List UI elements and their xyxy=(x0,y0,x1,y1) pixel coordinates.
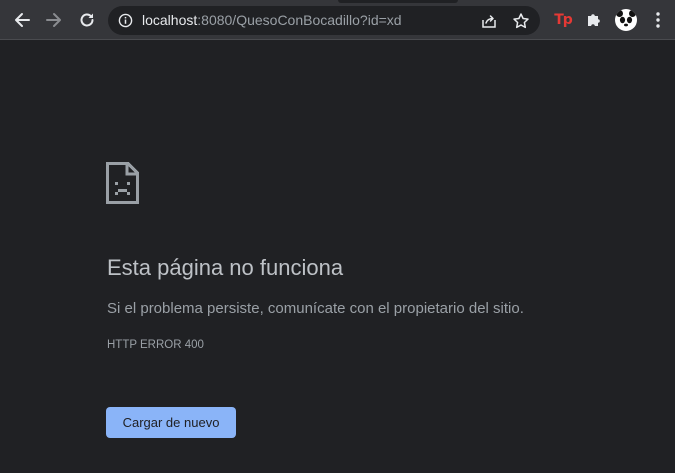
browser-menu-button[interactable] xyxy=(646,8,670,32)
panda-avatar xyxy=(615,9,637,31)
error-message: Si el problema persiste, comunícate con … xyxy=(107,300,524,317)
error-page: Esta página no funciona Si el problema p… xyxy=(0,40,675,473)
browser-toolbar: localhost:8080/QuesoConBocadillo?id=xd T… xyxy=(0,0,675,40)
puzzle-icon xyxy=(588,14,600,26)
extensions-button[interactable] xyxy=(582,8,606,32)
reload-button[interactable]: Cargar de nuevo xyxy=(106,407,236,438)
address-bar[interactable]: localhost:8080/QuesoConBocadillo?id=xd xyxy=(108,6,540,35)
back-button[interactable] xyxy=(9,7,35,33)
tp-extension-button[interactable]: Tp xyxy=(551,8,575,32)
reload-icon xyxy=(80,13,94,27)
forward-arrow-icon xyxy=(46,13,61,27)
error-title: Esta página no funciona xyxy=(107,255,344,280)
active-tab-edge xyxy=(338,0,458,3)
info-icon[interactable] xyxy=(118,13,133,28)
error-code: HTTP ERROR 400 xyxy=(107,339,204,351)
back-arrow-icon xyxy=(15,13,30,27)
tp-extension-icon: Tp xyxy=(554,12,573,28)
sad-document-icon xyxy=(106,162,139,204)
forward-button[interactable] xyxy=(41,7,67,33)
url-host: localhost xyxy=(142,12,198,28)
three-dots-menu-icon xyxy=(656,12,660,28)
reload-page-button[interactable] xyxy=(74,7,100,33)
share-icon[interactable] xyxy=(480,12,498,30)
star-icon[interactable] xyxy=(512,12,530,30)
profile-button[interactable] xyxy=(614,8,638,32)
url-path: :8080/QuesoConBocadillo?id=xd xyxy=(197,12,402,28)
url-text[interactable]: localhost:8080/QuesoConBocadillo?id=xd xyxy=(142,12,402,29)
